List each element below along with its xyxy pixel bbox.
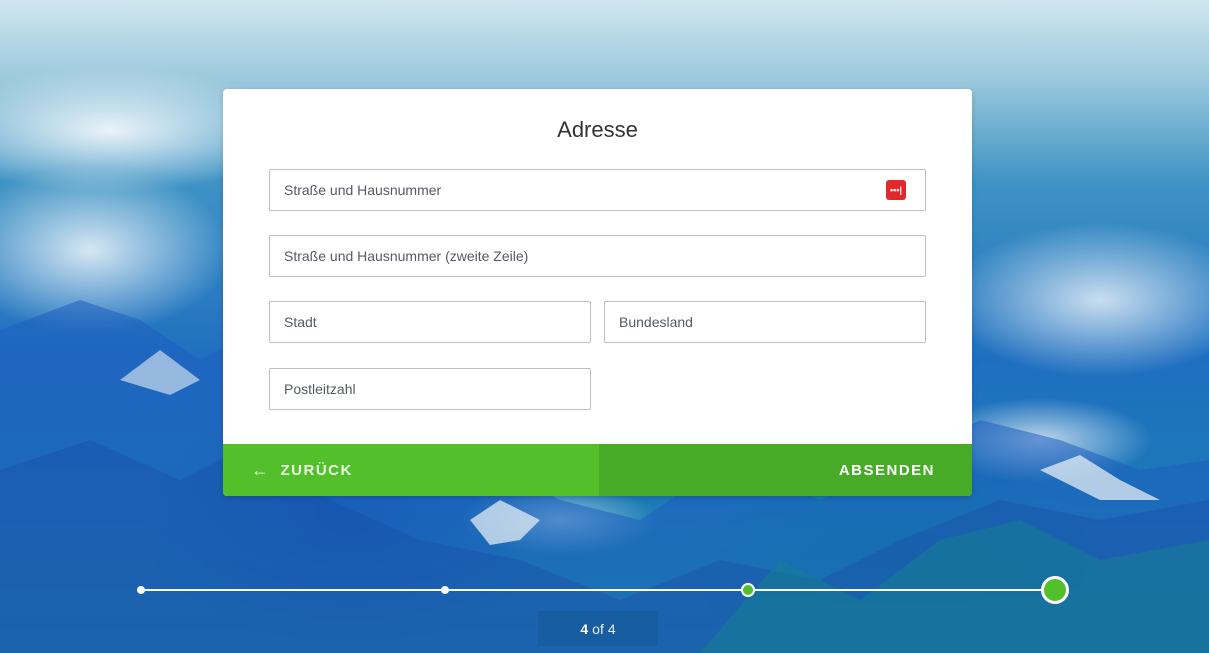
street2-input[interactable] <box>269 235 926 277</box>
back-button[interactable]: ← ZURÜCK <box>223 444 599 496</box>
submit-button[interactable]: ABSENDEN <box>599 444 972 496</box>
password-manager-glyph: •••| <box>890 184 902 195</box>
step-of-label: of <box>592 620 604 637</box>
city-input[interactable] <box>269 301 591 343</box>
step-3-dot[interactable] <box>741 583 755 597</box>
step-4-dot-current[interactable] <box>1041 576 1069 604</box>
back-button-label: ZURÜCK <box>280 461 353 479</box>
total-steps: 4 <box>607 620 616 637</box>
street-input[interactable] <box>269 169 926 211</box>
step-2-dot[interactable] <box>441 586 449 594</box>
form-title: Adresse <box>557 117 638 142</box>
step-counter: 4 of 4 <box>538 611 658 646</box>
step-1-dot[interactable] <box>137 586 145 594</box>
address-form-card: Adresse •••| ← ZURÜCK ABSENDEN <box>223 89 972 496</box>
zip-input[interactable] <box>269 368 591 410</box>
state-input[interactable] <box>604 301 926 343</box>
arrow-left-icon: ← <box>251 459 271 480</box>
lastpass-dots-icon[interactable]: •••| <box>886 180 906 200</box>
submit-button-label: ABSENDEN <box>838 461 935 479</box>
current-step: 4 <box>580 620 589 637</box>
